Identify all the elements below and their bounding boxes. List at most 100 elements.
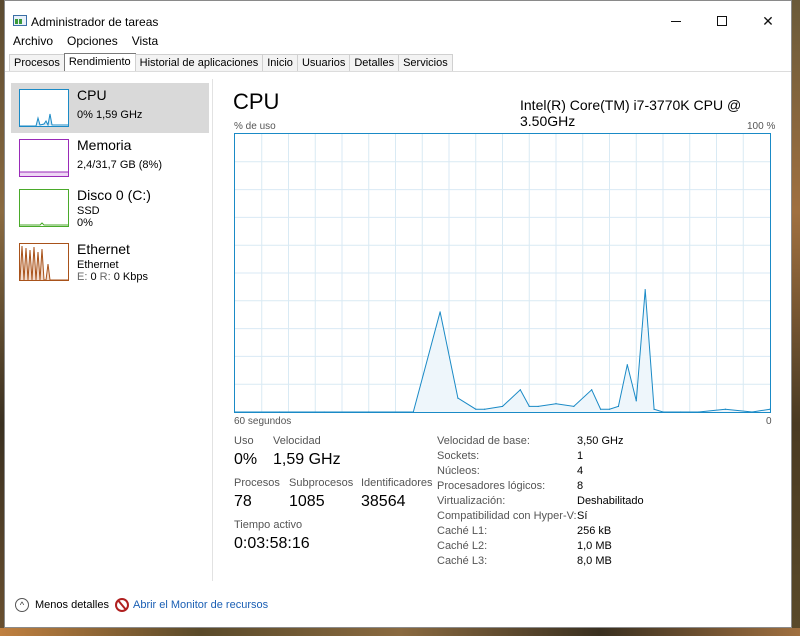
info-key: Velocidad de base: [437, 435, 530, 447]
desktop-background-bottom [0, 628, 800, 636]
sidebar-item-detail: SSD [77, 205, 100, 217]
info-value: 4 [577, 465, 584, 477]
processes-label: Procesos [234, 477, 280, 489]
info-value: 3,50 GHz [577, 435, 624, 447]
tab-inicio[interactable]: Inicio [262, 54, 298, 72]
info-value: 8,0 MB [577, 555, 612, 567]
cpu-data-point [644, 289, 646, 291]
sidebar-item-cpu[interactable]: CPU 0% 1,59 GHz [11, 83, 209, 133]
tab-historial[interactable]: Historial de aplicaciones [134, 54, 264, 72]
cpu-data-point [519, 389, 521, 391]
info-value: 1,0 MB [577, 540, 612, 552]
sidebar-item-label: CPU [77, 87, 107, 103]
receive-label: R: [99, 271, 111, 283]
speed-value: 1,59 GHz [273, 451, 341, 468]
tab-rendimiento[interactable]: Rendimiento [63, 53, 136, 72]
cpu-data-point [457, 397, 459, 399]
disk-thumbnail-graph [19, 189, 69, 227]
maximize-button[interactable] [699, 1, 745, 41]
menu-opciones[interactable]: Opciones [67, 34, 118, 48]
sidebar-item-label: Memoria [77, 137, 132, 153]
memory-thumbnail-svg [20, 171, 68, 176]
cpu-data-point [617, 405, 620, 408]
info-value: Sí [577, 510, 588, 522]
cpu-data-point [501, 405, 504, 408]
cpu-data-point [591, 389, 593, 391]
send-label: E: [77, 271, 88, 283]
y-axis-max-label: 100 % [747, 121, 776, 132]
tab-bar: Procesos Rendimiento Historial de aplica… [9, 53, 453, 72]
send-value: 0 [90, 271, 97, 283]
x-axis-right-label: 0 [766, 416, 772, 427]
task-manager-window: Administrador de tareas ✕ Archivo Opcion… [4, 0, 792, 628]
x-axis-left-label: 60 segundos [234, 416, 292, 427]
minimize-button[interactable] [653, 1, 699, 41]
ethernet-thumbnail-graph [19, 243, 69, 281]
sidebar-item-detail: Ethernet [77, 259, 119, 271]
menu-archivo[interactable]: Archivo [13, 34, 53, 48]
memory-thumbnail-graph [19, 139, 69, 177]
cpu-usage-graph [234, 133, 771, 413]
info-value: 1 [577, 450, 584, 462]
menu-bar: Archivo Opciones Vista [13, 34, 158, 48]
tab-servicios[interactable]: Servicios [398, 54, 453, 72]
threads-value: 1085 [289, 493, 325, 510]
sidebar-item-disco[interactable]: Disco 0 (C:) SSD 0% [11, 183, 209, 233]
tab-detalles[interactable]: Detalles [349, 54, 400, 72]
cpu-data-point [626, 364, 628, 366]
usage-label: Uso [234, 435, 254, 447]
close-icon: ✕ [762, 12, 774, 29]
sidebar-divider [212, 79, 213, 581]
info-key: Sockets: [437, 450, 480, 462]
cpu-data-point [278, 411, 281, 412]
sidebar-item-detail-2: E: 0 R: 0 Kbps [77, 271, 148, 283]
threads-label: Subprocesos [289, 477, 354, 489]
info-key: Virtualización: [437, 495, 506, 507]
tab-usuarios[interactable]: Usuarios [296, 54, 351, 72]
sidebar-item-detail-2: 0% [77, 217, 93, 229]
processes-value: 78 [234, 493, 252, 510]
desktop-background-right [792, 0, 800, 636]
minimize-icon [671, 20, 681, 22]
window-title: Administrador de tareas [31, 15, 159, 29]
cpu-data-point [680, 411, 682, 412]
sidebar-item-label: Ethernet [77, 241, 130, 257]
sidebar-item-ethernet[interactable]: Ethernet Ethernet E: 0 R: 0 Kbps [11, 237, 209, 287]
resource-sidebar: CPU 0% 1,59 GHz Memoria 2,4/31,7 GB (8%)… [5, 79, 215, 589]
handles-label: Identificadores [361, 477, 433, 489]
cpu-data-point [475, 408, 477, 410]
info-value: 256 kB [577, 525, 612, 537]
resource-monitor-icon[interactable] [115, 598, 129, 612]
tab-procesos[interactable]: Procesos [9, 54, 65, 72]
cpu-data-point [323, 411, 325, 412]
cpu-data-point [573, 405, 575, 408]
task-manager-app-icon [13, 15, 27, 26]
cpu-usage-svg [235, 134, 770, 412]
cpu-data-point [555, 403, 557, 405]
close-button[interactable]: ✕ [745, 1, 791, 41]
usage-value: 0% [234, 451, 258, 468]
speed-label: Velocidad [273, 435, 321, 447]
cpu-data-point [537, 405, 539, 408]
info-key: Caché L1: [437, 525, 488, 537]
menu-vista[interactable]: Vista [132, 34, 158, 48]
info-key: Caché L2: [437, 540, 488, 552]
handles-value: 38564 [361, 493, 406, 510]
cpu-data-point [235, 411, 236, 412]
less-details-button[interactable]: Menos detalles [35, 599, 109, 611]
sidebar-item-detail: 2,4/31,7 GB (8%) [77, 159, 162, 171]
chevron-up-icon[interactable]: ^ [15, 598, 29, 612]
ethernet-thumbnail-svg [20, 245, 68, 280]
info-key: Núcleos: [437, 465, 480, 477]
tab-divider [5, 71, 791, 72]
info-key: Compatibilidad con Hyper-V: [437, 510, 577, 522]
resource-monitor-link[interactable]: Abrir el Monitor de recursos [133, 599, 268, 611]
disk-thumbnail-svg [20, 222, 68, 226]
cpu-data-point [599, 408, 602, 410]
sidebar-item-detail: 0% 1,59 GHz [77, 109, 143, 121]
cpu-thumbnail-graph [19, 89, 69, 127]
sidebar-item-memoria[interactable]: Memoria 2,4/31,7 GB (8%) [11, 133, 209, 183]
cpu-data-point [724, 408, 727, 410]
info-value: 8 [577, 480, 584, 492]
cpu-data-point [635, 400, 637, 402]
